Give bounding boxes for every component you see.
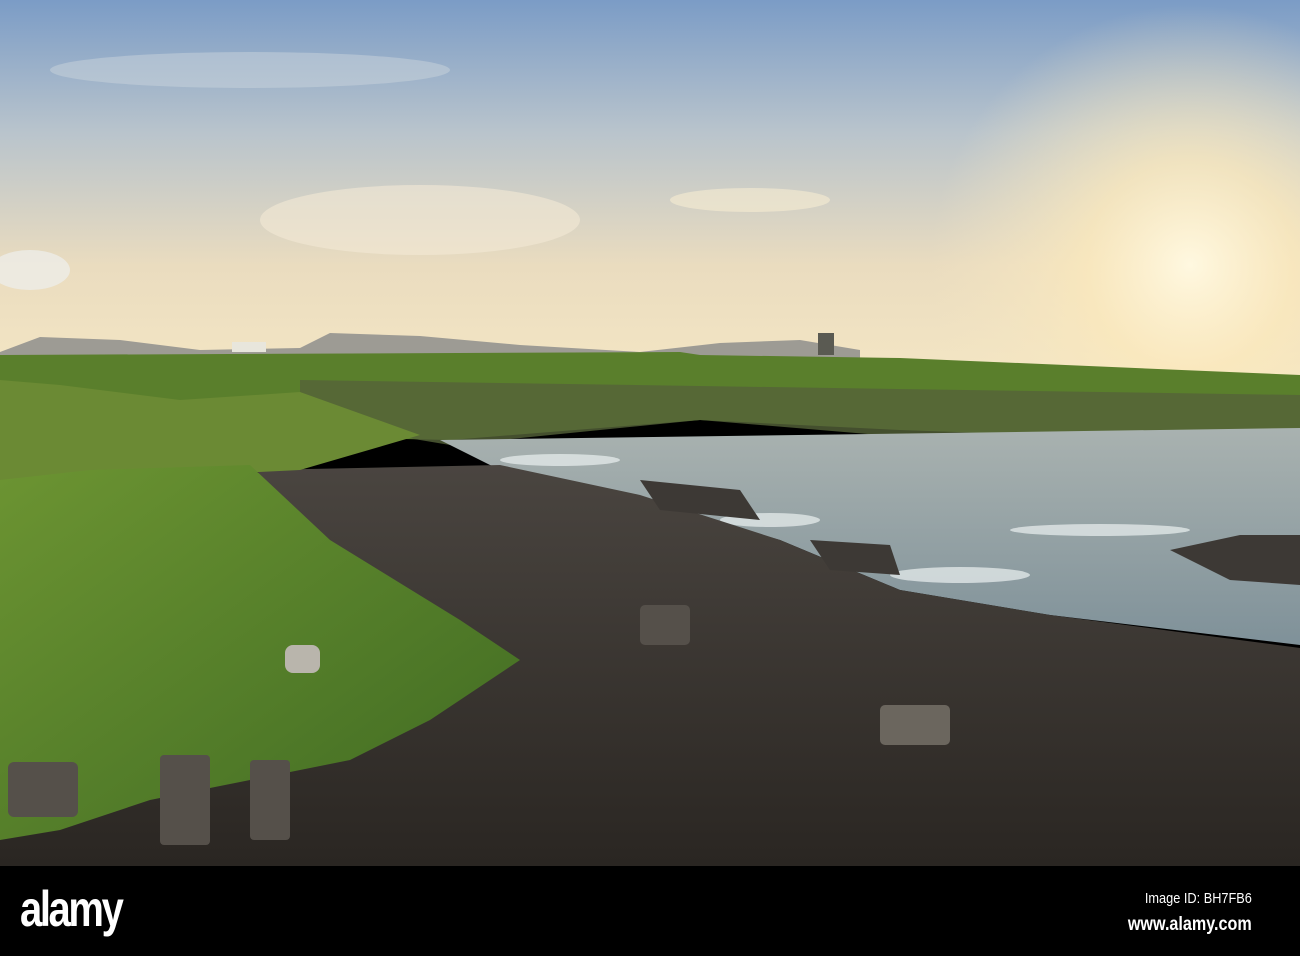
- landscape-photo: [0, 0, 1300, 866]
- image-id: Image ID: BH7FB6: [1144, 890, 1252, 907]
- footer-bar: alamy Image ID: BH7FB6 www.alamy.com: [0, 866, 1300, 956]
- castle-silhouette: [818, 333, 834, 355]
- sky: [0, 0, 1300, 380]
- cottage: [232, 342, 266, 352]
- alamy-logo: alamy: [20, 881, 124, 937]
- website-link[interactable]: www.alamy.com: [1128, 914, 1252, 936]
